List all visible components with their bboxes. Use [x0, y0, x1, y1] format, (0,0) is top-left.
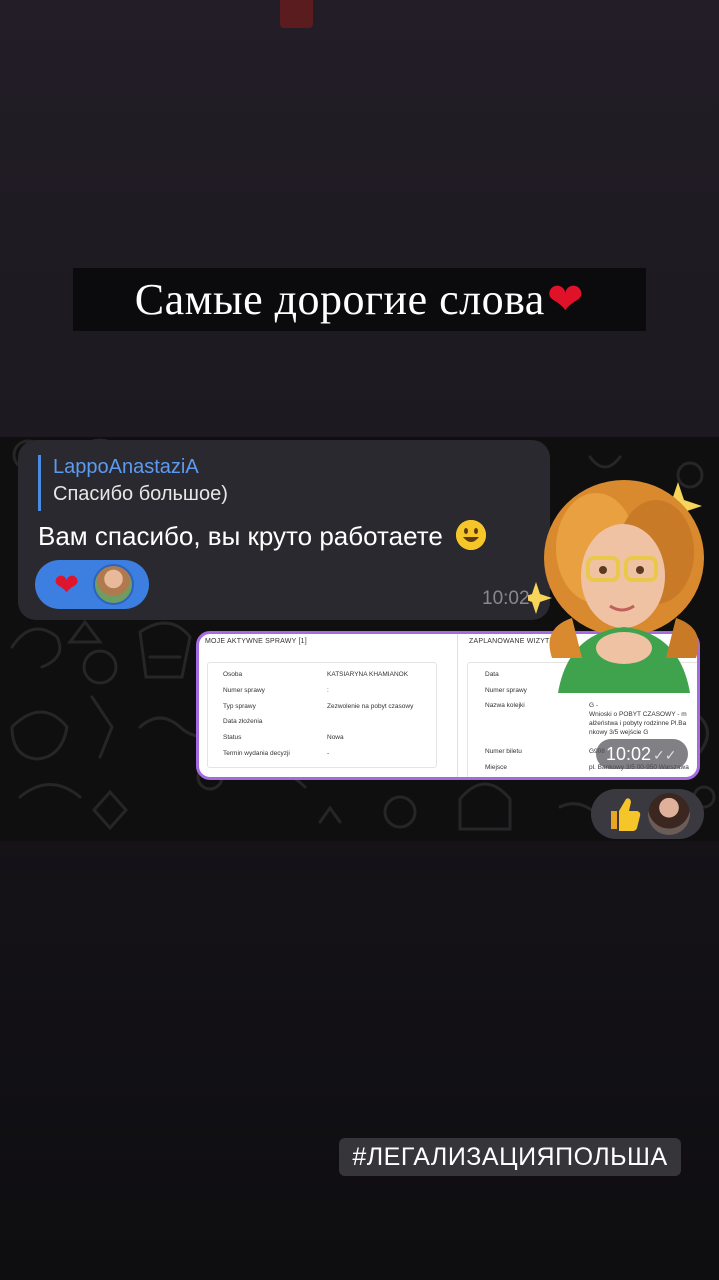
story-title: Самые дорогие слова ❤	[73, 268, 646, 331]
doc-value: :	[327, 687, 329, 694]
image-message-time: 10:02 ✓✓	[596, 739, 688, 769]
doc-label: Typ sprawy	[223, 703, 256, 710]
message-time: 10:02	[482, 588, 530, 609]
doc-value: -	[327, 750, 330, 757]
doc-value: Wnioski o POBYT CZASOWY - m	[589, 711, 687, 718]
message-text-line: Вам спасибо, вы круто работаете	[38, 518, 487, 554]
doc-value: Zezwolenie na pobyt czasowy	[327, 703, 414, 710]
left-panel-header: MOJE AKTYWNE SPRAWY [1]	[205, 638, 307, 645]
doc-value: Nowa	[327, 734, 344, 741]
story-title-text: Самые дорогие слова	[134, 275, 545, 324]
heart-emoji-icon: ❤	[546, 275, 585, 324]
doc-label: Status	[223, 734, 242, 741]
doc-label: Numer biletu	[485, 748, 522, 755]
top-red-mark	[280, 0, 313, 28]
doc-label: Miejsce	[485, 764, 508, 771]
reaction-avatar	[93, 564, 134, 605]
doc-label: Data złożenia	[223, 718, 263, 725]
heart-icon: ❤	[54, 569, 80, 602]
image-time-text: 10:02	[606, 744, 652, 764]
reply-quote[interactable]: LappoAnastaziA Спасибо большое)	[38, 455, 228, 511]
doc-label: Numer sprawy	[485, 687, 527, 694]
doc-label: Osoba	[223, 671, 243, 678]
hashtag-label[interactable]: #ЛЕГАЛИЗАЦИЯПОЛЬША	[339, 1138, 681, 1176]
reply-quoted-text: Спасибо большое)	[53, 483, 228, 505]
reaction-avatar	[648, 793, 690, 835]
smile-emoji-icon	[456, 520, 487, 550]
double-check-icon: ✓✓	[653, 747, 677, 763]
girl-sticker-image	[528, 480, 704, 693]
doc-label: Data	[485, 671, 499, 678]
doc-value: KATSIARYNA KHAMIANOK	[327, 671, 409, 678]
message-text: Вам спасибо, вы круто работаете	[38, 521, 443, 551]
doc-value: G -	[589, 702, 599, 709]
doc-value: nkowy 3/5 wejście G	[589, 729, 649, 736]
doc-label: Numer sprawy	[223, 687, 265, 694]
doc-label: Nazwa kolejki	[485, 702, 525, 709]
thumbs-up-icon	[607, 795, 641, 841]
doc-label: Termin wydania decyzji	[223, 750, 290, 757]
doc-value: ałżeństwa i pobyty rodzinne Pl.Ba	[589, 720, 687, 727]
reply-author-name: LappoAnastaziA	[53, 456, 199, 478]
panel-divider	[457, 634, 458, 777]
